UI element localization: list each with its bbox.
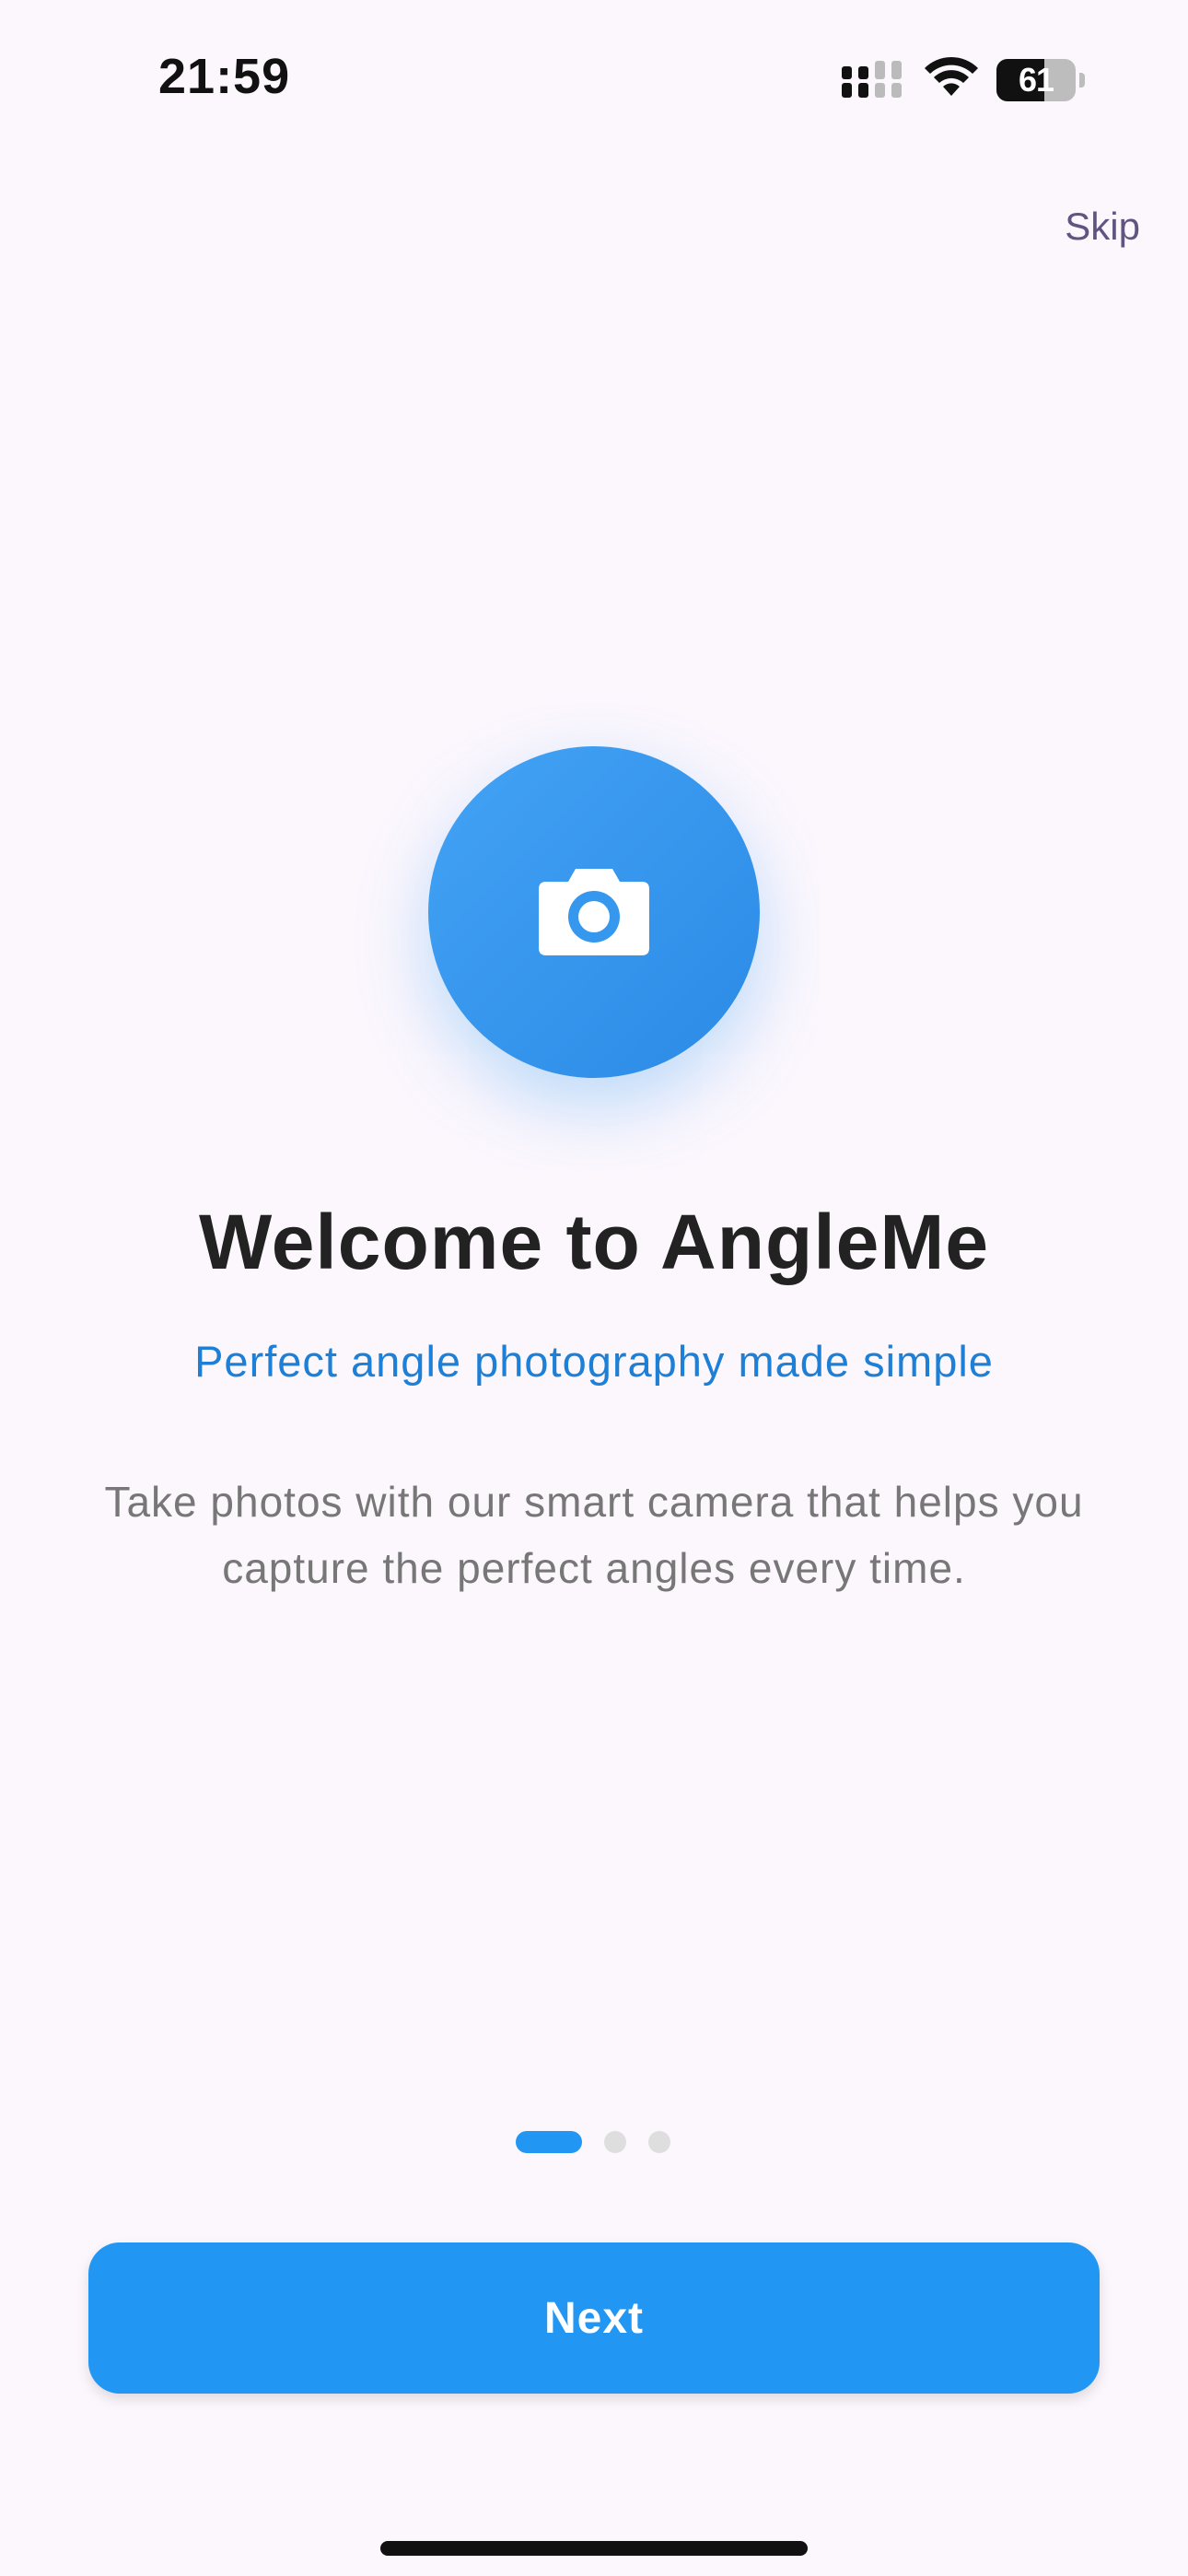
page-indicator: [516, 2131, 670, 2153]
hero-icon-circle: [428, 746, 760, 1078]
camera-icon: [539, 869, 649, 955]
battery-icon: 61: [996, 59, 1085, 101]
status-time: 21:59: [158, 49, 291, 104]
next-button[interactable]: Next: [88, 2242, 1100, 2394]
page-description: Take photos with our smart camera that h…: [104, 1478, 1084, 1592]
page-dot: [604, 2131, 626, 2153]
signal-icon: [842, 61, 902, 98]
battery-level-text: 61: [1018, 61, 1054, 99]
page-title: Welcome to AngleMe: [198, 1199, 990, 1285]
page-subtitle: Perfect angle photography made simple: [194, 1337, 994, 1386]
page-dot-active: [516, 2131, 582, 2153]
page-dot: [648, 2131, 670, 2153]
home-indicator[interactable]: [380, 2541, 808, 2556]
skip-button[interactable]: Skip: [1065, 205, 1140, 249]
wifi-icon: [925, 56, 978, 96]
